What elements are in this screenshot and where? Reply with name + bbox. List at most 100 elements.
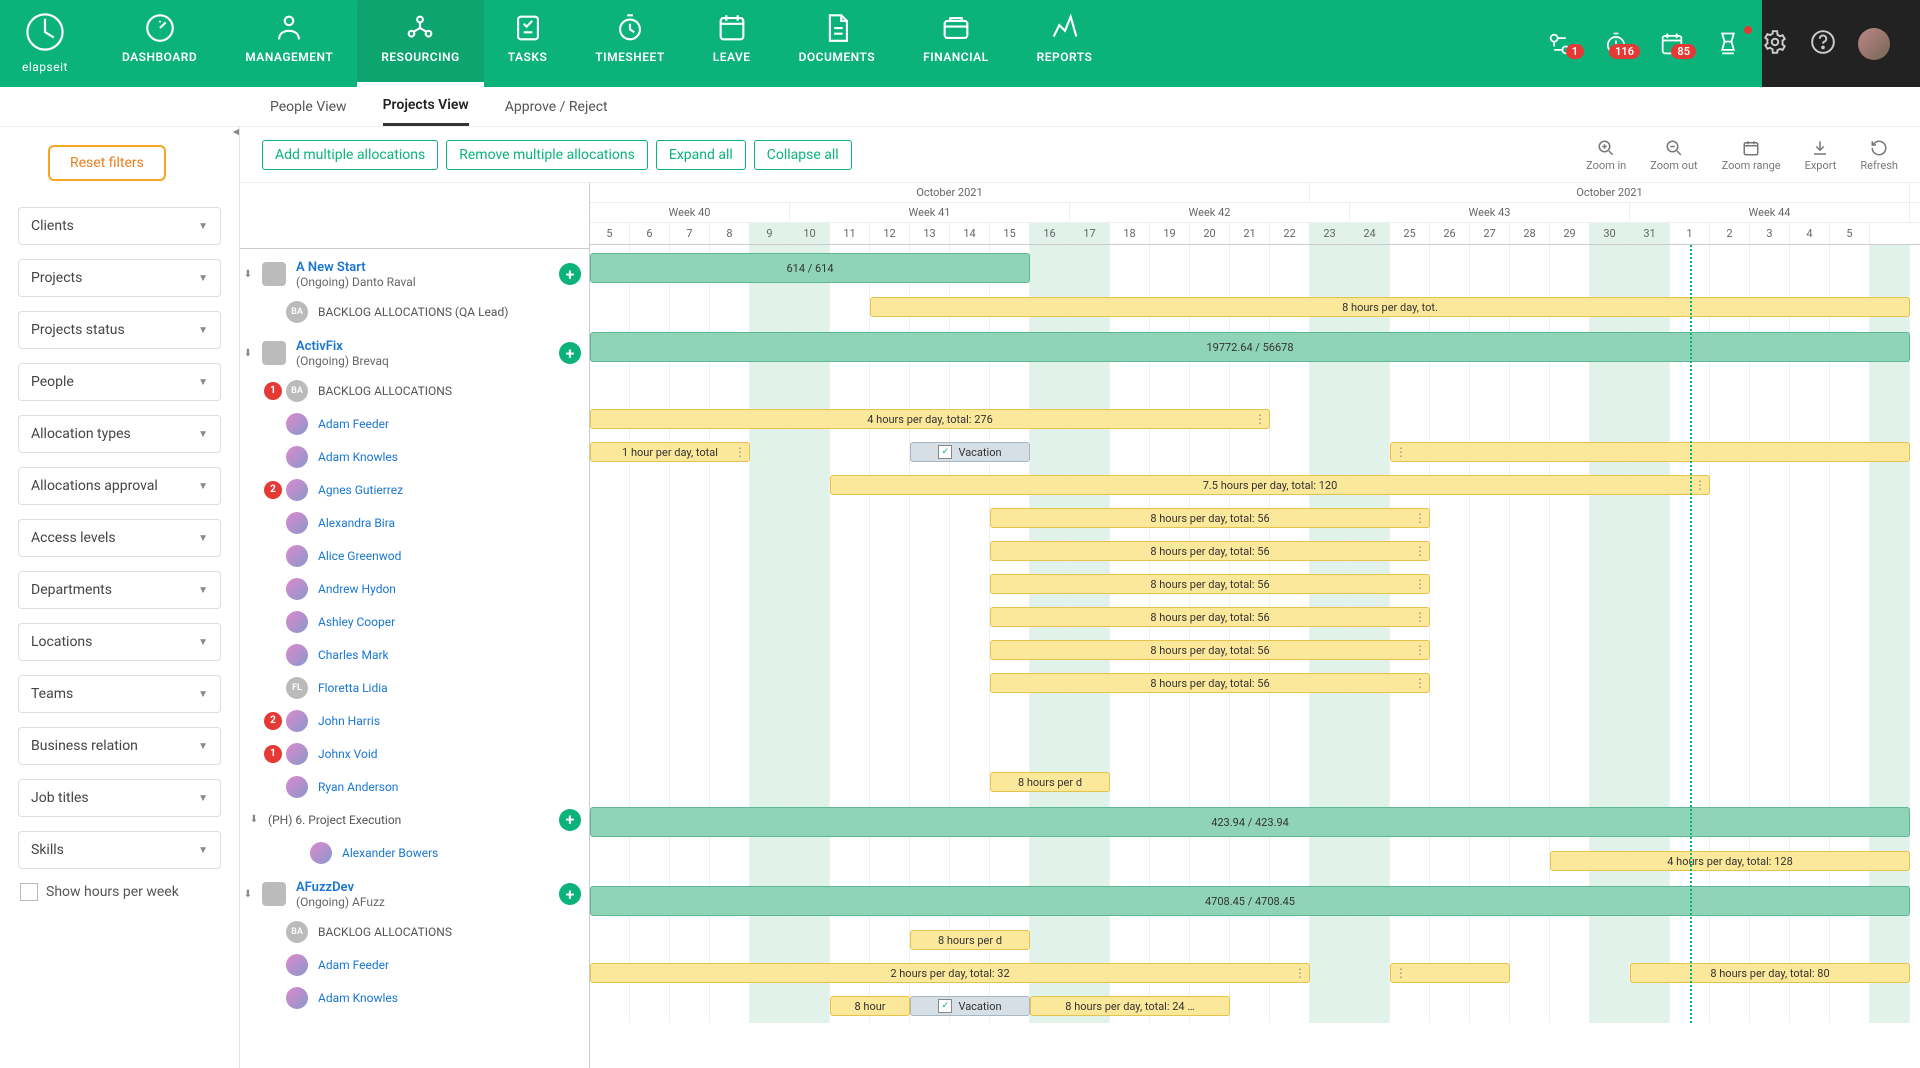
allocation-bar[interactable]: 1 hour per day, total⋮ (590, 442, 750, 462)
allocation-bar[interactable]: 8 hours per day, total: 80 (1630, 963, 1910, 983)
gantt-timeline-row[interactable]: 2 hours per day, total: 32⋮⋮8 hours per … (590, 957, 1920, 990)
brand-logo[interactable]: elapseit (0, 0, 98, 74)
help-icon[interactable] (1810, 29, 1836, 59)
expand-all-button[interactable]: Expand all (656, 140, 746, 170)
allocation-bar[interactable]: ✓Vacation (910, 442, 1030, 462)
allocation-bar[interactable]: ⋮ (1390, 963, 1510, 983)
gantt-timeline-row[interactable]: 8 hours per day, total: 56⋮ (590, 667, 1920, 700)
drag-handle-icon[interactable]: ⋮ (1694, 478, 1705, 492)
drag-handle-icon[interactable]: ⋮ (1254, 412, 1265, 426)
person-name[interactable]: Floretta Lidia (318, 681, 388, 695)
allocation-bar[interactable]: 8 hours per day, total: 56⋮ (990, 508, 1430, 528)
drag-handle-icon[interactable]: ⋮ (1395, 445, 1406, 459)
drag-handle-icon[interactable]: ⋮ (1294, 966, 1305, 980)
gantt-timeline-row[interactable]: 8 hours per day, total: 56⋮ (590, 502, 1920, 535)
gantt-timeline-row[interactable]: 4 hours per day, total: 128 (590, 845, 1920, 878)
gantt-timeline-row[interactable]: 8 hours per day, tot. (590, 291, 1920, 324)
notification-icon-1[interactable]: 116 (1598, 0, 1634, 87)
remove-multiple-button[interactable]: Remove multiple allocations (446, 140, 648, 170)
allocation-bar[interactable]: 2 hours per day, total: 32⋮ (590, 963, 1310, 983)
gantt-timeline-row[interactable]: 614 / 614 (590, 245, 1920, 291)
filter-projects-status[interactable]: Projects status▼ (18, 311, 221, 349)
allocation-bar[interactable]: ⋮ (1390, 442, 1910, 462)
person-name[interactable]: Charles Mark (318, 648, 389, 662)
nav-timesheet[interactable]: TIMESHEET (571, 0, 688, 87)
drag-handle-icon[interactable]: ⋮ (1414, 544, 1425, 558)
gantt-timeline-row[interactable]: 8 hours per d (590, 766, 1920, 799)
allocation-bar[interactable]: 8 hours per day, total: 56⋮ (990, 640, 1430, 660)
notification-icon-3[interactable] (1710, 0, 1746, 87)
settings-icon[interactable] (1762, 29, 1788, 59)
sidebar-collapse-icon[interactable]: ◄ (230, 127, 240, 140)
gantt-timeline-row[interactable]: 7.5 hours per day, total: 120⋮ (590, 469, 1920, 502)
gantt-timeline-row[interactable]: 1 hour per day, total⋮ ✓Vacation ⋮ (590, 436, 1920, 469)
allocation-bar[interactable]: ✓Vacation (910, 996, 1030, 1016)
tab-people-view[interactable]: People View (270, 89, 347, 125)
nav-financial[interactable]: FINANCIAL (899, 0, 1013, 87)
drag-handle-icon[interactable]: ⋮ (1414, 577, 1425, 591)
nav-leave[interactable]: LEAVE (689, 0, 775, 87)
zoom-out-button[interactable]: Zoom out (1650, 137, 1697, 172)
person-name[interactable]: Adam Knowles (318, 991, 398, 1005)
gantt-timeline-row[interactable] (590, 370, 1920, 403)
filter-allocation-types[interactable]: Allocation types▼ (18, 415, 221, 453)
nav-reports[interactable]: REPORTS (1013, 0, 1117, 87)
project-name[interactable]: AFuzzDev (296, 880, 385, 895)
filter-access-levels[interactable]: Access levels▼ (18, 519, 221, 557)
filter-allocations-approval[interactable]: Allocations approval▼ (18, 467, 221, 505)
notification-icon-0[interactable]: 1 (1542, 0, 1578, 87)
allocation-bar[interactable]: 4 hours per day, total: 128 (1550, 851, 1910, 871)
filter-skills[interactable]: Skills▼ (18, 831, 221, 869)
allocation-bar[interactable]: 8 hours per day, tot. (870, 297, 1910, 317)
add-allocation-button[interactable]: + (559, 883, 581, 905)
nav-management[interactable]: MANAGEMENT (221, 0, 357, 87)
show-hours-checkbox[interactable]: Show hours per week (18, 883, 221, 901)
drag-handle-icon[interactable]: ⋮ (1414, 610, 1425, 624)
person-name[interactable]: Adam Feeder (318, 417, 389, 431)
refresh-button[interactable]: Refresh (1860, 137, 1898, 172)
person-name[interactable]: Andrew Hydon (318, 582, 396, 596)
allocation-bar[interactable]: 8 hours per day, total: 56⋮ (990, 541, 1430, 561)
drag-handle-icon[interactable]: ⋮ (1414, 676, 1425, 690)
gantt-timeline-row[interactable] (590, 733, 1920, 766)
allocation-bar[interactable]: 4 hours per day, total: 276⋮ (590, 409, 1270, 429)
add-multiple-button[interactable]: Add multiple allocations (262, 140, 438, 170)
allocation-bar[interactable]: 8 hours per day, total: 56⋮ (990, 607, 1430, 627)
tab-projects-view[interactable]: Projects View (383, 87, 469, 126)
allocation-bar[interactable]: 7.5 hours per day, total: 120⋮ (830, 475, 1710, 495)
allocation-bar[interactable]: 8 hours per day, total: 56⋮ (990, 574, 1430, 594)
expand-icon[interactable]: ⬇ (240, 889, 256, 900)
allocation-bar[interactable]: 614 / 614 (590, 253, 1030, 283)
filter-departments[interactable]: Departments▼ (18, 571, 221, 609)
gantt-timeline-row[interactable]: 423.94 / 423.94 (590, 799, 1920, 845)
person-name[interactable]: Agnes Gutierrez (318, 483, 403, 497)
user-avatar[interactable] (1858, 28, 1890, 60)
person-name[interactable]: Ryan Anderson (318, 780, 398, 794)
expand-icon[interactable]: ⬇ (240, 269, 256, 280)
drag-handle-icon[interactable]: ⋮ (1414, 511, 1425, 525)
gantt-timeline-row[interactable]: 4 hours per day, total: 276⋮ (590, 403, 1920, 436)
add-allocation-button[interactable]: + (559, 809, 581, 831)
person-name[interactable]: Alice Greenwod (318, 549, 401, 563)
notification-icon-2[interactable]: 85 (1654, 0, 1690, 87)
person-name[interactable]: Ashley Cooper (318, 615, 395, 629)
zoom-range-button[interactable]: Zoom range (1722, 137, 1781, 172)
gantt-timeline-row[interactable]: 8 hours per day, total: 56⋮ (590, 634, 1920, 667)
reset-filters-button[interactable]: Reset filters (48, 145, 166, 181)
filter-job-titles[interactable]: Job titles▼ (18, 779, 221, 817)
gantt-timeline-row[interactable]: 8 hour✓Vacation8 hours per day, total: 2… (590, 990, 1920, 1023)
gantt-timeline-row[interactable] (590, 700, 1920, 733)
gantt-timeline-row[interactable]: 19772.64 / 56678 (590, 324, 1920, 370)
drag-handle-icon[interactable]: ⋮ (1395, 966, 1406, 980)
gantt-timeline-row[interactable]: 8 hours per day, total: 56⋮ (590, 601, 1920, 634)
gantt-timeline-row[interactable]: 8 hours per day, total: 56⋮ (590, 568, 1920, 601)
person-name[interactable]: Adam Knowles (318, 450, 398, 464)
filter-teams[interactable]: Teams▼ (18, 675, 221, 713)
allocation-bar[interactable]: 4708.45 / 4708.45 (590, 886, 1910, 916)
person-name[interactable]: Adam Feeder (318, 958, 389, 972)
filter-clients[interactable]: Clients▼ (18, 207, 221, 245)
nav-dashboard[interactable]: DASHBOARD (98, 0, 221, 87)
gantt-timeline-row[interactable]: 8 hours per d (590, 924, 1920, 957)
allocation-bar[interactable]: 8 hour (830, 996, 910, 1016)
project-name[interactable]: A New Start (296, 260, 416, 275)
